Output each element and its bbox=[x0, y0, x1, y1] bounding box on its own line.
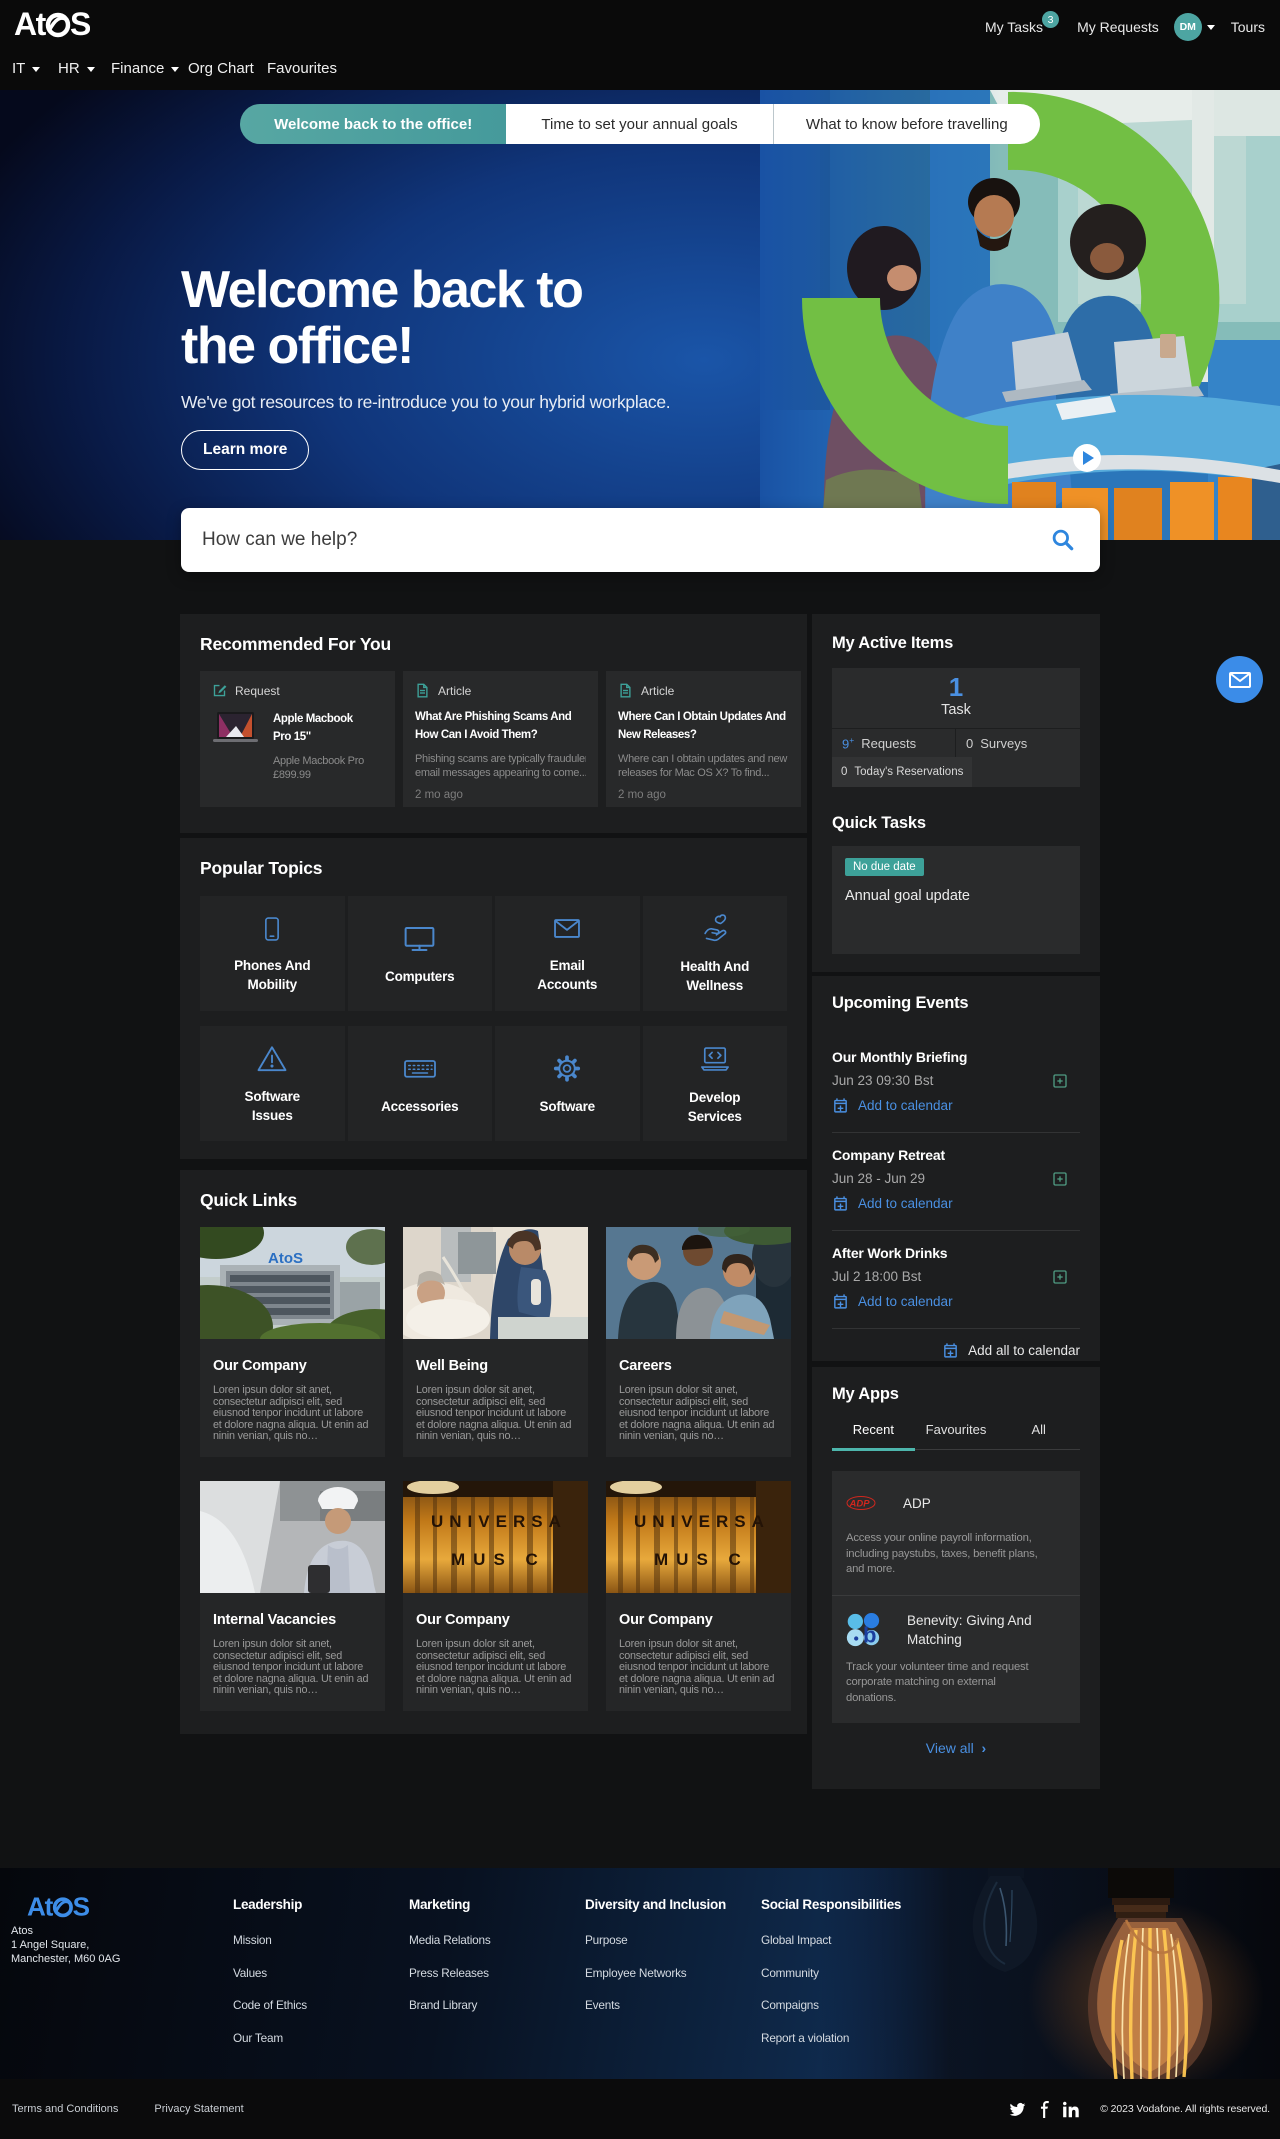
svg-text:MUS C: MUS C bbox=[654, 1550, 749, 1569]
svg-text:S: S bbox=[73, 1891, 89, 1921]
svg-text:At: At bbox=[27, 1891, 54, 1921]
svg-text:At: At bbox=[14, 6, 47, 42]
svg-text:S: S bbox=[70, 6, 90, 42]
svg-text:MUS C: MUS C bbox=[451, 1550, 546, 1569]
svg-text:b: b bbox=[863, 1622, 877, 1647]
svg-text:ADP: ADP bbox=[849, 1499, 871, 1510]
svg-text:AtoS: AtoS bbox=[268, 1250, 303, 1267]
svg-text:UNIVERSA: UNIVERSA bbox=[431, 1512, 567, 1531]
svg-text:UNIVERSA: UNIVERSA bbox=[634, 1512, 770, 1531]
